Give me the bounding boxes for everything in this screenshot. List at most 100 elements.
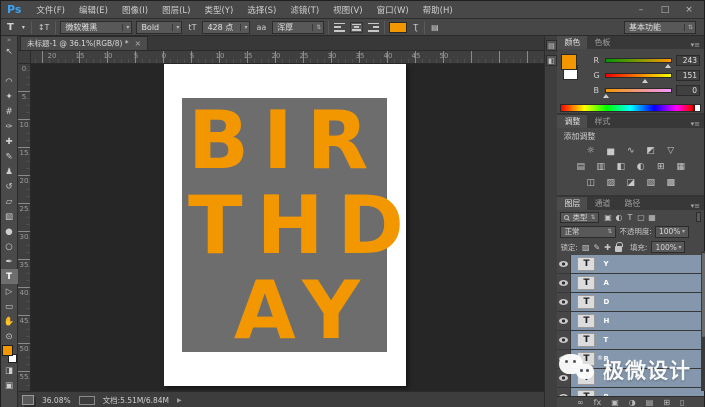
gradient-tool[interactable]: ▧	[1, 209, 18, 224]
scrollbar-thumb[interactable]	[702, 253, 705, 337]
anti-alias-select[interactable]: 浑厚 ⇅	[272, 21, 324, 34]
foreground-color-swatch[interactable]	[561, 54, 577, 70]
layer-thumbnail[interactable]: T	[577, 295, 595, 309]
toggle-panels-icon[interactable]: ▤	[429, 23, 441, 32]
black-white-icon[interactable]: ◧	[614, 162, 627, 172]
blue-value-field[interactable]: 0	[676, 85, 700, 96]
align-center-button[interactable]	[350, 22, 363, 33]
align-left-button[interactable]	[333, 22, 346, 33]
adjustment-layer-icon[interactable]: ◑	[629, 398, 636, 407]
brightness-contrast-icon[interactable]: ☼	[584, 146, 597, 156]
zoom-tool[interactable]: ⊙	[1, 329, 18, 344]
tab-styles[interactable]: 样式	[587, 115, 617, 128]
color-swatch-pair[interactable]	[561, 54, 587, 80]
lock-pixels-icon[interactable]: ✎	[594, 243, 601, 252]
text-orientation-icon[interactable]: ↕T	[36, 23, 52, 32]
font-style-select[interactable]: Bold ▾	[136, 21, 182, 34]
canvas-viewport[interactable]: 201510505101520253035404550 051015202530…	[18, 51, 544, 391]
opacity-select[interactable]: 100% ▾	[655, 226, 689, 238]
close-button[interactable]: ×	[682, 5, 696, 15]
filter-adjustment-icon[interactable]: ◐	[613, 213, 624, 222]
photo-filter-icon[interactable]: ◐	[634, 162, 647, 172]
poster-gray-block[interactable]: BIR THD AY	[182, 98, 387, 352]
fill-select[interactable]: 100% ▾	[651, 241, 685, 253]
layer-group-icon[interactable]: ▤	[646, 398, 654, 407]
document-tab[interactable]: 未标题-1 @ 36.1%(RGB/8) * ×	[20, 36, 148, 50]
layer-thumbnail[interactable]: T	[577, 314, 595, 328]
menu-item[interactable]: 窗口(W)	[370, 4, 416, 16]
filter-toggle-switch[interactable]	[696, 212, 701, 222]
menu-item[interactable]: 选择(S)	[240, 4, 283, 16]
blend-mode-select[interactable]: 正常 ⇅	[560, 226, 616, 238]
filter-type-icon[interactable]: T	[624, 213, 635, 222]
spectrum-white-cap[interactable]	[695, 105, 700, 111]
layer-thumbnail[interactable]: T	[577, 333, 595, 347]
font-family-select[interactable]: 微软雅黑 ▾	[60, 21, 132, 34]
layer-mask-icon[interactable]: ▣	[611, 398, 619, 407]
foreground-background-colors[interactable]	[2, 345, 17, 363]
channel-mixer-icon[interactable]: ⊞	[654, 162, 667, 172]
menu-item[interactable]: 文件(F)	[29, 4, 72, 16]
selective-color-icon[interactable]: ▩	[664, 178, 677, 188]
layer-effects-icon[interactable]: fx	[594, 398, 602, 407]
blue-slider[interactable]	[605, 88, 672, 93]
menu-item[interactable]: 帮助(H)	[416, 4, 460, 16]
tab-swatches[interactable]: 色板	[587, 36, 617, 49]
lock-position-icon[interactable]: ✚	[604, 243, 611, 252]
tab-close-icon[interactable]: ×	[135, 39, 142, 48]
warp-text-icon[interactable]: Ʈ	[411, 23, 420, 32]
menu-item[interactable]: 视图(V)	[326, 4, 369, 16]
menu-item[interactable]: 图像(I)	[115, 4, 155, 16]
healing-brush-tool[interactable]: ✚	[1, 134, 18, 149]
preset-dropdown-arrow-icon[interactable]: ▾	[20, 24, 27, 31]
blur-tool[interactable]: ●	[1, 224, 18, 239]
vertical-ruler[interactable]: 0510152025303540455055	[18, 64, 31, 391]
tab-color[interactable]: 颜色	[557, 36, 587, 49]
slider-thumb[interactable]	[665, 64, 671, 68]
green-slider[interactable]	[605, 73, 672, 78]
invert-icon[interactable]: ◫	[584, 178, 597, 188]
layer-thumbnail[interactable]: T	[577, 276, 595, 290]
layer-row[interactable]: T A	[557, 274, 704, 293]
properties-panel-icon[interactable]: ◧	[546, 55, 557, 66]
layer-filter-select[interactable]: 类型 ⇅	[560, 212, 599, 223]
filter-pixel-icon[interactable]: ▣	[602, 213, 613, 222]
lock-transparent-icon[interactable]: ▨	[582, 243, 590, 252]
pen-tool[interactable]: ✒	[1, 254, 18, 269]
crop-tool[interactable]: #	[1, 104, 18, 119]
layer-visibility-toggle[interactable]	[557, 312, 571, 330]
tab-adjustments[interactable]: 调整	[557, 115, 587, 128]
panel-menu-icon[interactable]: ▾≡	[691, 41, 704, 49]
layer-row[interactable]: T H	[557, 312, 704, 331]
hue-saturation-icon[interactable]: ▤	[574, 162, 587, 172]
dodge-tool[interactable]: ○	[1, 239, 18, 254]
history-panel-icon[interactable]: ▤	[546, 40, 557, 51]
menu-item[interactable]: 图层(L)	[155, 4, 197, 16]
color-lookup-icon[interactable]: ▦	[674, 162, 687, 172]
layer-thumbnail[interactable]: T	[577, 257, 595, 271]
panel-menu-icon[interactable]: ▾≡	[691, 120, 704, 128]
brush-tool[interactable]: ✎	[1, 149, 18, 164]
hand-tool[interactable]: ✋	[1, 314, 18, 329]
layer-row[interactable]: T Y	[557, 255, 704, 274]
vibrance-icon[interactable]: ▽	[664, 146, 677, 156]
marquee-tool[interactable]	[1, 59, 18, 74]
align-right-button[interactable]	[367, 22, 380, 33]
menu-item[interactable]: 编辑(E)	[72, 4, 115, 16]
slider-thumb[interactable]	[642, 79, 648, 83]
tab-layers[interactable]: 图层	[557, 197, 587, 210]
layer-visibility-toggle[interactable]	[557, 293, 571, 311]
link-layers-icon[interactable]: ∞	[577, 398, 584, 407]
filter-smart-icon[interactable]: ▦	[646, 213, 657, 222]
exposure-icon[interactable]: ◩	[644, 146, 657, 156]
delete-layer-icon[interactable]: ▯	[680, 398, 684, 407]
quick-mask-button[interactable]: ◨	[1, 363, 18, 378]
clone-stamp-tool[interactable]: ♟	[1, 164, 18, 179]
curves-icon[interactable]: ∿	[624, 146, 637, 156]
maximize-button[interactable]: □	[658, 5, 672, 15]
layer-visibility-toggle[interactable]	[557, 274, 571, 292]
levels-icon[interactable]: ▅	[604, 146, 617, 156]
menu-item[interactable]: 类型(Y)	[197, 4, 240, 16]
canvas-page[interactable]: BIR THD AY	[164, 64, 406, 386]
screen-mode-button[interactable]: ▣	[1, 378, 18, 393]
